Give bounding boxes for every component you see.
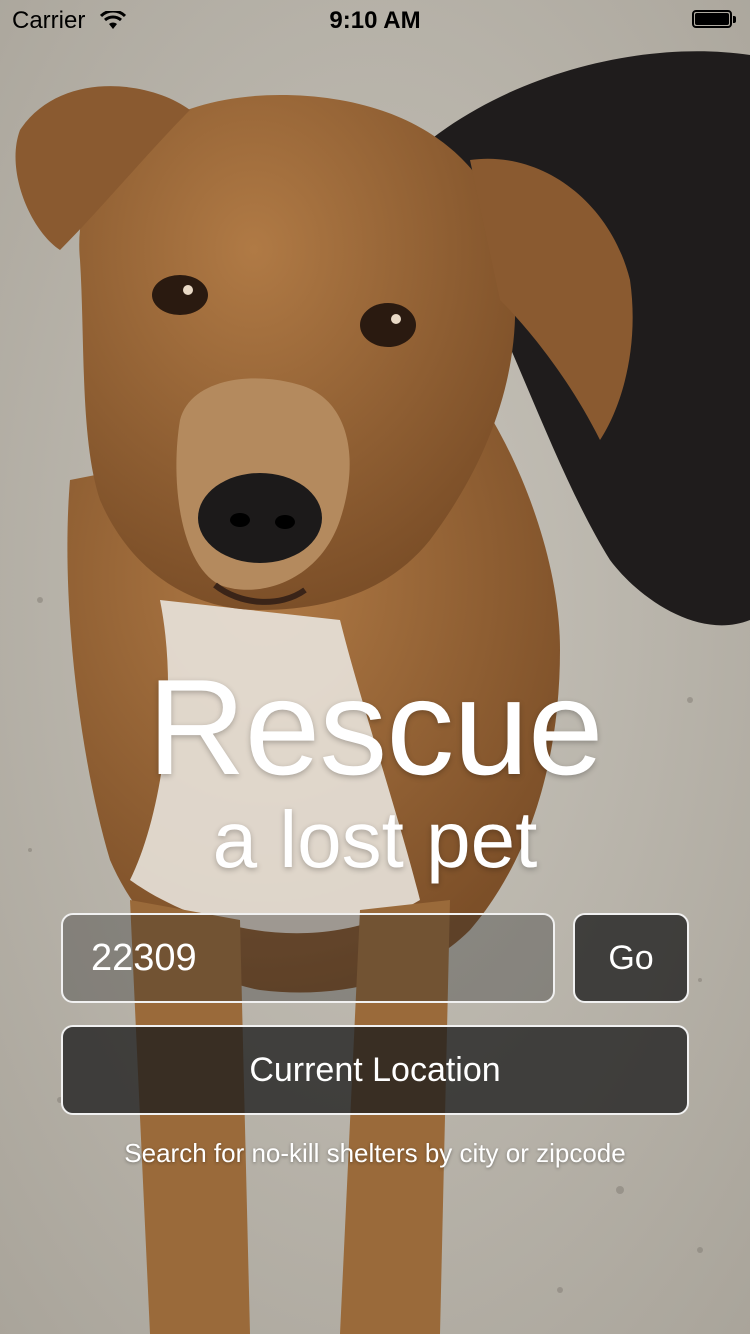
status-bar: Carrier 9:10 AM [0,0,750,40]
page-title: Rescue [147,651,603,803]
clock: 9:10 AM [329,7,421,34]
search-hint: Search for no-kill shelters by city or z… [124,1138,626,1168]
battery-icon [692,10,738,30]
page-subtitle: a lost pet [212,795,538,884]
current-location-button[interactable]: Current Location [61,1025,689,1115]
search-input[interactable] [61,913,555,1003]
current-location-label: Current Location [249,1050,501,1089]
go-button[interactable]: Go [573,913,689,1003]
go-button-label: Go [608,938,654,977]
